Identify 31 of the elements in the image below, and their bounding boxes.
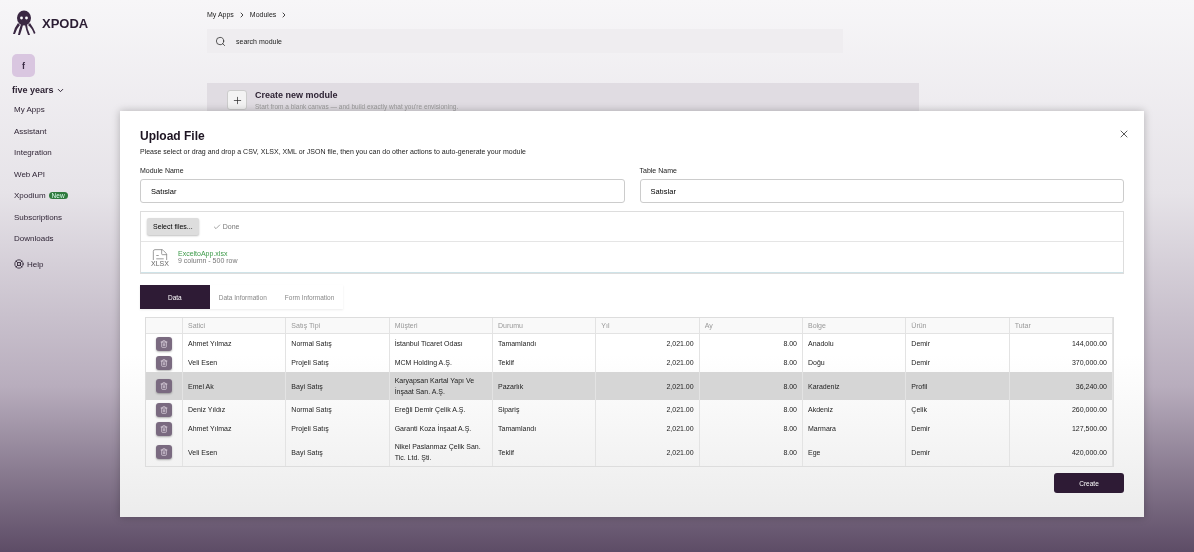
trash-icon: [160, 424, 168, 433]
trash-icon: [160, 382, 168, 390]
nav-item[interactable]: Integration: [12, 142, 120, 164]
trash-icon: [160, 339, 168, 348]
workspace-selector[interactable]: five years: [12, 85, 120, 95]
nav-item[interactable]: My Apps: [12, 99, 120, 121]
delete-button[interactable]: [156, 355, 172, 370]
nav-item[interactable]: Web API: [12, 163, 120, 185]
close-icon: [1118, 128, 1130, 140]
avatar[interactable]: f: [12, 54, 35, 77]
trash-icon: [160, 448, 168, 456]
help-link[interactable]: Help: [12, 253, 120, 275]
lifebuoy-icon: [14, 259, 24, 270]
delete-button[interactable]: [156, 336, 172, 351]
plus-icon: [227, 90, 247, 110]
octopus-logo-icon: [12, 10, 36, 36]
nav-item[interactable]: Downloads: [12, 228, 120, 250]
nav-item[interactable]: Assistant: [12, 120, 120, 142]
dialog-title: Upload File: [140, 129, 206, 143]
nav-item[interactable]: Subscriptions: [12, 206, 120, 228]
close-button[interactable]: [1118, 128, 1130, 140]
check-icon: [212, 222, 221, 231]
card-title: Create new module: [255, 90, 339, 100]
delete-button[interactable]: [156, 379, 172, 393]
brand-name: XPODA: [42, 15, 89, 31]
delete-button[interactable]: [156, 445, 172, 459]
trash-icon: [160, 405, 168, 414]
delete-button[interactable]: [156, 421, 172, 436]
search-icon: [215, 35, 226, 47]
delete-button[interactable]: [156, 402, 172, 417]
trash-icon: [160, 358, 168, 367]
